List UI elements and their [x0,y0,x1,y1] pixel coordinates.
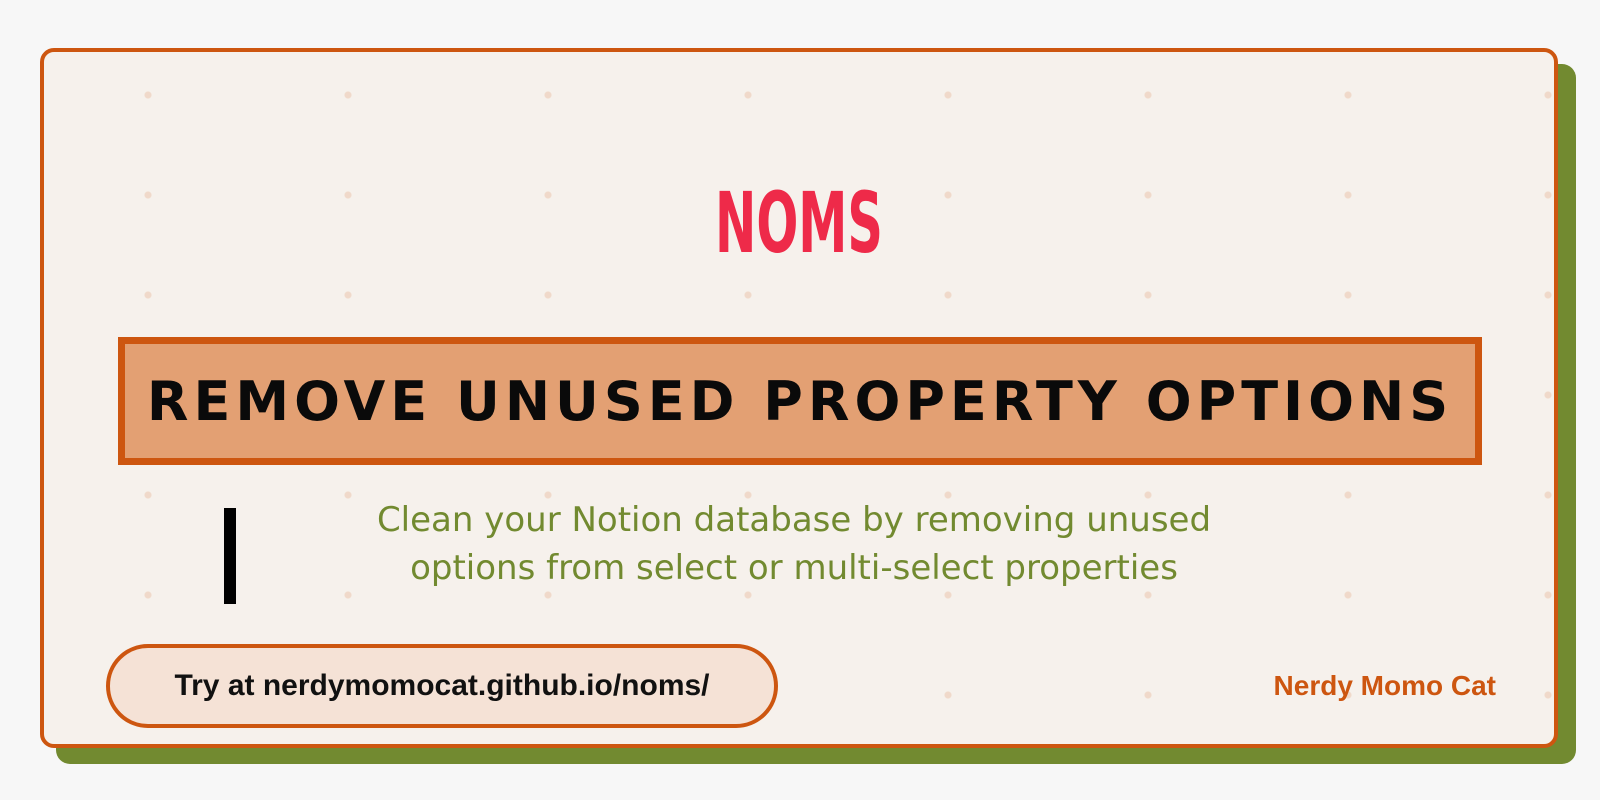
text-cursor-bar [224,508,236,604]
description-line-2: options from select or multi-select prop… [410,548,1178,588]
description-line-1: Clean your Notion database by removing u… [376,500,1212,540]
title-banner: REMOVE UNUSED PROPERTY OPTIONS [118,337,1482,465]
logo-text: NOMS [715,174,883,264]
author-name: Nerdy Momo Cat [1273,670,1496,701]
noms-logo: NOMS [44,174,1554,269]
description: Clean your Notion database by removing u… [284,496,1304,592]
banner-card: NOMS REMOVE UNUSED PROPERTY OPTIONS Clea… [40,48,1558,748]
try-link-label: Try at nerdymomocat.github.io/noms/ [174,669,710,702]
noms-logo-wordmark: NOMS [715,174,883,264]
try-link-button[interactable]: Try at nerdymomocat.github.io/noms/ [106,644,778,728]
banner-stage: NOMS REMOVE UNUSED PROPERTY OPTIONS Clea… [0,0,1600,800]
page-title: REMOVE UNUSED PROPERTY OPTIONS [146,369,1454,433]
